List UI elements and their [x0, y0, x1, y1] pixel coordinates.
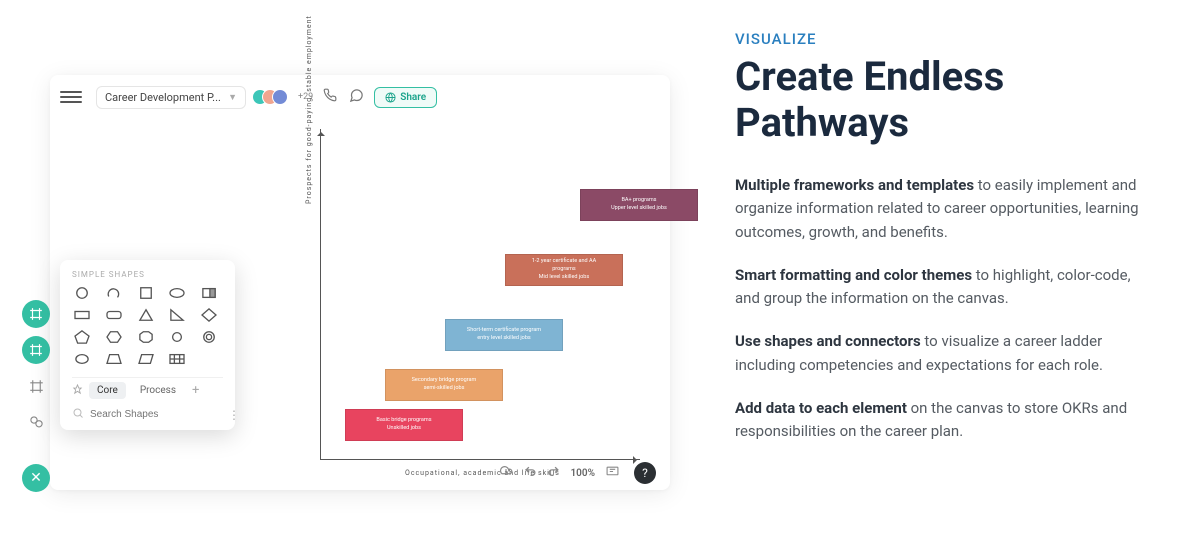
step-box-1[interactable]: Basic bridge programs Unskilled jobs — [345, 409, 463, 441]
paragraph-1: Multiple frameworks and templates to eas… — [735, 174, 1140, 244]
right-triangle-icon[interactable] — [167, 307, 187, 323]
rectangle-icon[interactable] — [72, 307, 92, 323]
paragraph-2: Smart formatting and color themes to hig… — [735, 264, 1140, 311]
arc-icon[interactable] — [104, 285, 124, 301]
help-button[interactable]: ? — [634, 462, 656, 484]
y-axis-label: Prospects for good-paying, stable employ… — [305, 15, 313, 204]
collaborator-avatars[interactable] — [258, 89, 288, 105]
table-icon[interactable] — [167, 351, 187, 367]
step-line: 1-2 year certificate and AA — [506, 258, 622, 266]
share-button[interactable]: Share — [374, 87, 437, 108]
cloud-sync-icon[interactable] — [498, 465, 514, 482]
document-title-dropdown[interactable]: Career Development P... ▼ — [96, 86, 246, 109]
pentagon-icon[interactable] — [72, 329, 92, 345]
triangle-icon[interactable] — [136, 307, 156, 323]
oval-icon[interactable] — [72, 351, 92, 367]
step-line: Unskilled jobs — [346, 425, 462, 433]
step-line: Upper level skilled jobs — [581, 205, 697, 213]
circle-small-icon[interactable] — [167, 329, 187, 345]
frame-tool-active[interactable] — [22, 300, 50, 328]
circle-icon[interactable] — [72, 285, 92, 301]
step-box-5[interactable]: BA+ programs Upper level skilled jobs — [580, 189, 698, 221]
ring-icon[interactable] — [199, 329, 219, 345]
step-box-2[interactable]: Secondary bridge program semi-skilled jo… — [385, 369, 503, 401]
octagon-icon[interactable] — [136, 329, 156, 345]
step-line: programs — [506, 266, 622, 274]
para-bold: Multiple frameworks and templates — [735, 176, 974, 194]
screenshot-column: Career Development P... ▼ +29 Share — [0, 0, 700, 547]
topbar: Career Development P... ▼ +29 Share — [50, 75, 670, 119]
trapezoid-icon[interactable] — [104, 351, 124, 367]
step-line: entry level skilled jobs — [446, 335, 562, 343]
comment-icon[interactable] — [347, 88, 366, 107]
undo-icon[interactable] — [524, 465, 537, 481]
parallelogram-icon[interactable] — [136, 351, 156, 367]
close-dock-button[interactable]: ✕ — [22, 464, 50, 492]
paragraph-3: Use shapes and connectors to visualize a… — [735, 330, 1140, 377]
frame-tool-2[interactable] — [22, 336, 50, 364]
rounded-rect-icon[interactable] — [104, 307, 124, 323]
eyebrow-label: VISUALIZE — [735, 30, 1140, 48]
para-bold: Add data to each element — [735, 399, 907, 417]
step-line: BA+ programs — [581, 197, 697, 205]
share-label: Share — [400, 92, 426, 103]
tab-process[interactable]: Process — [132, 382, 184, 399]
document-title-text: Career Development P... — [105, 91, 221, 104]
frame-tool-3[interactable] — [22, 372, 50, 400]
marketing-copy: VISUALIZE Create Endless Pathways Multip… — [700, 0, 1200, 547]
step-box-4[interactable]: 1-2 year certificate and AA programs Mid… — [505, 254, 623, 286]
more-options-icon[interactable]: ⋮ — [228, 408, 241, 422]
shapes-tool[interactable] — [22, 408, 50, 436]
shapes-panel: SIMPLE SHAPES — [60, 260, 235, 430]
search-shapes-input[interactable] — [90, 409, 222, 420]
shape-tabs-row: Core Process + — [72, 377, 223, 399]
phone-icon[interactable] — [321, 88, 339, 106]
tab-core[interactable]: Core — [89, 382, 126, 399]
step-box-3[interactable]: Short-term certificate program entry lev… — [445, 319, 563, 351]
ellipse-icon[interactable] — [167, 285, 187, 301]
step-line: Secondary bridge program — [386, 377, 502, 385]
zoom-level[interactable]: 100% — [570, 468, 595, 479]
menu-icon[interactable] — [60, 86, 82, 108]
left-dock — [22, 300, 50, 436]
avatar — [272, 89, 288, 105]
globe-icon — [385, 92, 396, 103]
add-tab-button[interactable]: + — [192, 383, 199, 398]
diamond-icon[interactable] — [199, 307, 219, 323]
chevron-down-icon: ▼ — [228, 92, 237, 103]
para-bold: Use shapes and connectors — [735, 332, 921, 350]
page-heading: Create Endless Pathways — [735, 54, 1140, 146]
step-line: Short-term certificate program — [446, 327, 562, 335]
paragraph-4: Add data to each element on the canvas t… — [735, 397, 1140, 444]
shapes-heading: SIMPLE SHAPES — [72, 270, 223, 279]
search-icon — [72, 407, 84, 422]
square-icon[interactable] — [136, 285, 156, 301]
shape-search-row: ⋮ — [72, 407, 223, 422]
bottom-bar: 100% ? — [498, 462, 656, 484]
y-axis — [320, 129, 321, 459]
step-line: Mid level skilled jobs — [506, 274, 622, 282]
redo-icon[interactable] — [547, 465, 560, 481]
hexagon-icon[interactable] — [104, 329, 124, 345]
step-line: semi-skilled jobs — [386, 385, 502, 393]
presentation-icon[interactable] — [605, 465, 620, 481]
pin-icon[interactable] — [72, 384, 83, 398]
panel-icon[interactable] — [199, 285, 219, 301]
para-bold: Smart formatting and color themes — [735, 266, 972, 284]
shapes-grid — [72, 285, 223, 367]
step-line: Basic bridge programs — [346, 417, 462, 425]
x-axis — [320, 459, 640, 460]
app-frame: Career Development P... ▼ +29 Share — [50, 75, 670, 490]
empty-slot — [199, 351, 219, 367]
